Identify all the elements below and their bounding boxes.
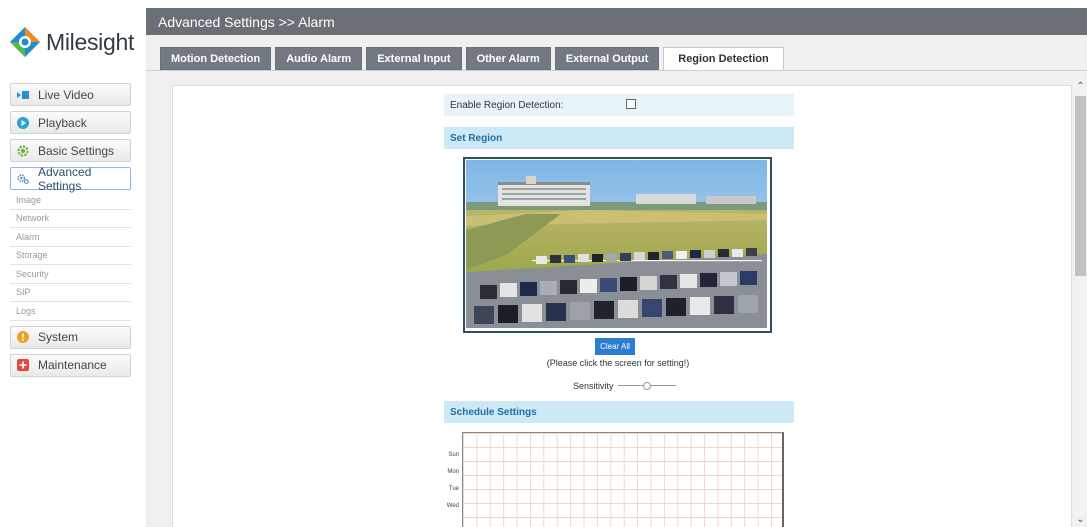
day-label-tue: Tue	[448, 486, 459, 492]
enable-region-checkbox[interactable]	[626, 99, 636, 109]
content-area: Motion Detection Audio Alarm External In…	[146, 35, 1087, 527]
sidebar-item-label: Maintenance	[38, 358, 107, 372]
submenu-item-security[interactable]: Security	[10, 265, 131, 284]
submenu-item-image[interactable]: Image	[10, 191, 131, 210]
sidebar-item-label: Basic Settings	[38, 143, 115, 158]
day-label-sun: Sun	[448, 452, 459, 458]
breadcrumb: Advanced Settings >> Alarm	[158, 13, 335, 30]
region-hint-text: (Please click the screen for setting!)	[546, 358, 690, 368]
sidebar-item-playback[interactable]: Playback	[10, 111, 131, 134]
submenu-item-logs[interactable]: Logs	[10, 302, 131, 321]
enable-region-row: Enable Region Detection:	[444, 94, 794, 116]
sidebar-item-label: Live Video	[38, 87, 94, 102]
content-scrollbar[interactable]: ⌃ ⌄	[1074, 80, 1087, 527]
region-detection-panel: Enable Region Detection: Set Region Clea…	[172, 85, 1072, 527]
gears-icon	[17, 173, 29, 185]
schedule-grid: Sun Mon Tue Wed	[427, 428, 789, 527]
app-window: Milesight Live Video Playback Basic Sett…	[0, 0, 1087, 527]
schedule-settings-header: Schedule Settings	[444, 401, 794, 423]
slider-knob[interactable]	[642, 382, 651, 390]
gear-icon	[17, 144, 29, 157]
tab-motion-detection[interactable]: Motion Detection	[160, 47, 272, 70]
sensitivity-label: Sensitivity	[573, 381, 614, 391]
tab-region-detection[interactable]: Region Detection	[663, 47, 784, 71]
scrollbar-thumb[interactable]	[1075, 96, 1086, 276]
plus-icon	[17, 359, 29, 371]
tab-audio-alarm[interactable]: Audio Alarm	[275, 47, 363, 70]
submenu-item-network[interactable]: Network	[10, 210, 131, 228]
milesight-logo-icon	[10, 27, 40, 57]
sidebar-nav: Live Video Playback Basic Settings Advan…	[10, 83, 131, 382]
live-video-icon	[17, 89, 29, 101]
submenu-item-storage[interactable]: Storage	[10, 247, 131, 265]
playback-icon	[17, 116, 29, 129]
submenu-item-alarm[interactable]: Alarm	[10, 228, 131, 247]
sidebar-item-basic-settings[interactable]: Basic Settings	[10, 139, 131, 162]
tab-external-output[interactable]: External Output	[554, 47, 660, 70]
logo-text: Milesight	[46, 28, 135, 55]
sidebar-item-label: Advanced Settings	[38, 164, 92, 193]
day-label-wed: Wed	[446, 503, 459, 509]
clear-all-button[interactable]: Clear All	[595, 338, 635, 355]
scroll-down-icon[interactable]: ⌄	[1074, 513, 1087, 527]
sensitivity-control: Sensitivity	[573, 379, 676, 393]
tab-external-input[interactable]: External Input	[366, 47, 462, 70]
sidebar-item-maintenance[interactable]: Maintenance	[10, 353, 131, 377]
scroll-up-icon[interactable]: ⌃	[1074, 80, 1087, 94]
schedule-settings-title: Schedule Settings	[450, 406, 537, 418]
milesight-logo: Milesight	[8, 22, 138, 62]
set-region-title: Set Region	[450, 132, 503, 144]
sidebar-item-live-video[interactable]: Live Video	[10, 83, 131, 106]
schedule-time-grid[interactable]	[462, 432, 784, 527]
sidebar-item-advanced-settings[interactable]: Advanced Settings	[10, 164, 131, 193]
sidebar-item-system[interactable]: System	[10, 325, 131, 349]
region-video-preview[interactable]	[463, 157, 772, 333]
enable-region-label: Enable Region Detection:	[450, 99, 564, 111]
sensitivity-slider[interactable]	[617, 381, 676, 391]
alarm-tabs: Motion Detection Audio Alarm External In…	[160, 47, 788, 71]
info-icon	[17, 331, 29, 343]
sidebar-item-label: System	[38, 330, 79, 344]
tab-other-alarm[interactable]: Other Alarm	[465, 47, 551, 70]
advanced-settings-submenu: Image Network Alarm Storage Security SIP…	[10, 191, 131, 321]
submenu-item-sip[interactable]: SIP	[10, 284, 131, 302]
sidebar-item-label: Playback	[38, 115, 87, 130]
day-label-mon: Mon	[447, 469, 459, 475]
tab-divider	[146, 70, 1087, 71]
camera-snapshot-image	[466, 160, 767, 328]
set-region-header: Set Region	[444, 127, 794, 149]
page-header: Advanced Settings >> Alarm	[146, 8, 1087, 35]
